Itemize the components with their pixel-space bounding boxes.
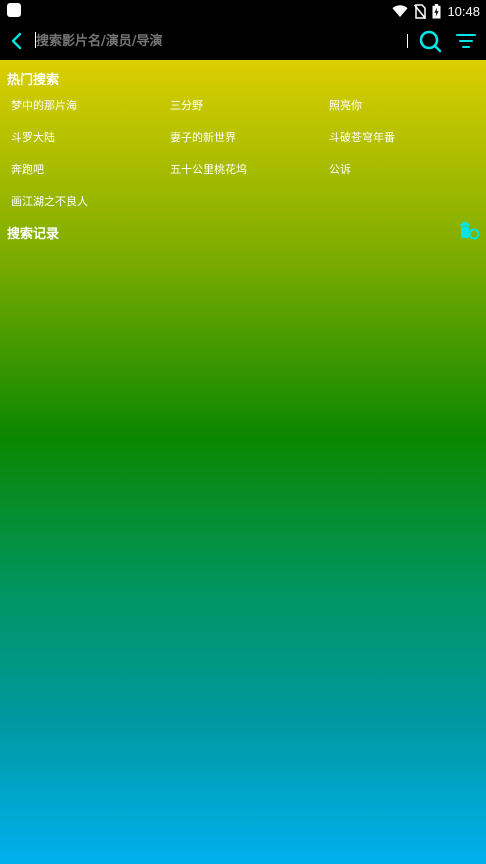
search-toolbar [0,22,486,60]
status-icons: 10:48 [392,0,480,22]
wifi-icon [392,4,408,17]
search-history-title: 搜索记录 [7,227,60,242]
search-button[interactable] [416,27,444,55]
input-end-marker [407,34,408,48]
search-content: 热门搜索 梦中的那片海 三分野 照亮你 斗罗大陆 妻子的新世界 斗破苍穹年番 奔… [0,60,486,864]
hot-search-item[interactable]: 斗破苍穹年番 [329,129,395,145]
filter-icon [456,34,476,48]
hot-search-title: 热门搜索 [7,73,60,88]
hot-search-item[interactable]: 妻子的新世界 [170,129,236,145]
back-button[interactable] [4,28,30,54]
hot-search-item[interactable]: 斗罗大陆 [11,129,55,145]
filter-button[interactable] [452,27,480,55]
status-time: 10:48 [447,3,480,19]
hot-search-item[interactable]: 奔跑吧 [11,161,44,177]
hot-search-item[interactable]: 梦中的那片海 [11,97,77,113]
status-bar: 10:48 [0,0,486,22]
hot-search-item[interactable]: 公诉 [329,161,351,177]
hot-search-item[interactable]: 三分野 [170,97,203,113]
search-input[interactable] [36,30,396,52]
app-notification-icon [7,3,21,17]
hot-search-item[interactable]: 照亮你 [329,97,362,113]
clear-history-button[interactable] [458,220,482,242]
search-icon [419,30,442,53]
hot-search-item[interactable]: 五十公里桃花坞 [170,161,247,177]
hot-search-item[interactable]: 画江湖之不良人 [11,193,88,209]
no-sim-icon [414,3,427,19]
chevron-left-icon [11,32,22,50]
trash-icon [460,222,480,240]
battery-charging-icon [432,3,441,18]
